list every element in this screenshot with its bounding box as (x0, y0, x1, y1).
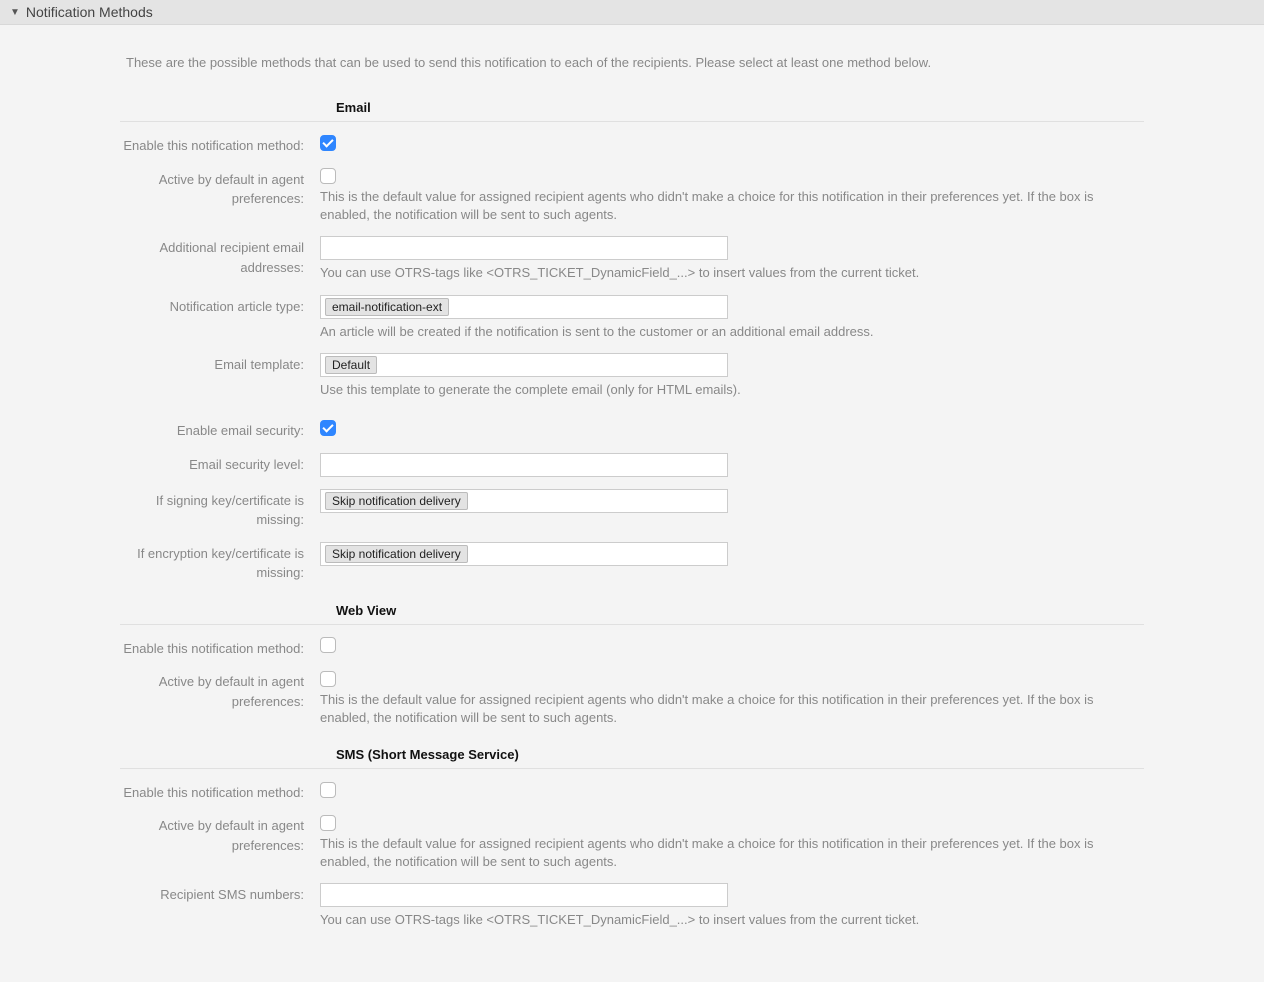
content-area: These are the possible methods that can … (0, 25, 1264, 982)
email-security-level-select[interactable] (320, 453, 728, 477)
sms-recipient-numbers-input[interactable] (320, 883, 728, 907)
email-article-type-help: An article will be created if the notifi… (320, 323, 1120, 341)
email-section-title: Email (336, 100, 1144, 115)
email-additional-recipients-label: Additional recipient email addresses: (120, 236, 320, 277)
email-article-type-select[interactable]: email-notification-ext (320, 295, 728, 319)
email-article-type-value: email-notification-ext (325, 298, 449, 316)
email-additional-recipients-input[interactable] (320, 236, 728, 260)
section-title: Notification Methods (26, 4, 153, 20)
webview-enable-label: Enable this notification method: (120, 637, 320, 659)
divider (120, 121, 1144, 122)
sms-enable-checkbox[interactable] (320, 782, 336, 798)
email-encryption-missing-value: Skip notification delivery (325, 545, 468, 563)
email-active-default-checkbox[interactable] (320, 168, 336, 184)
email-active-default-label: Active by default in agent preferences: (120, 168, 320, 209)
email-security-level-label: Email security level: (120, 453, 320, 475)
email-additional-recipients-help: You can use OTRS-tags like <OTRS_TICKET_… (320, 264, 1120, 282)
email-enable-label: Enable this notification method: (120, 134, 320, 156)
sms-recipient-numbers-help: You can use OTRS-tags like <OTRS_TICKET_… (320, 911, 1120, 929)
webview-active-default-help: This is the default value for assigned r… (320, 691, 1120, 727)
divider (120, 768, 1144, 769)
webview-enable-checkbox[interactable] (320, 637, 336, 653)
sms-active-default-label: Active by default in agent preferences: (120, 814, 320, 855)
email-security-enable-label: Enable email security: (120, 419, 320, 441)
email-encryption-missing-select[interactable]: Skip notification delivery (320, 542, 728, 566)
email-template-label: Email template: (120, 353, 320, 375)
webview-section-title: Web View (336, 603, 1144, 618)
email-template-help: Use this template to generate the comple… (320, 381, 1120, 399)
sms-active-default-checkbox[interactable] (320, 815, 336, 831)
sms-recipient-numbers-label: Recipient SMS numbers: (120, 883, 320, 905)
email-article-type-label: Notification article type: (120, 295, 320, 317)
email-template-value: Default (325, 356, 377, 374)
sms-section-title: SMS (Short Message Service) (336, 747, 1144, 762)
divider (120, 624, 1144, 625)
sms-enable-label: Enable this notification method: (120, 781, 320, 803)
email-enable-checkbox[interactable] (320, 135, 336, 151)
email-encryption-missing-label: If encryption key/certificate is missing… (120, 542, 320, 583)
email-active-default-help: This is the default value for assigned r… (320, 188, 1120, 224)
intro-text: These are the possible methods that can … (126, 55, 1144, 70)
email-signing-missing-value: Skip notification delivery (325, 492, 468, 510)
section-header-bar[interactable]: ▼ Notification Methods (0, 0, 1264, 25)
webview-active-default-checkbox[interactable] (320, 671, 336, 687)
email-signing-missing-select[interactable]: Skip notification delivery (320, 489, 728, 513)
email-security-enable-checkbox[interactable] (320, 420, 336, 436)
email-signing-missing-label: If signing key/certificate is missing: (120, 489, 320, 530)
collapse-icon: ▼ (10, 7, 20, 18)
sms-active-default-help: This is the default value for assigned r… (320, 835, 1120, 871)
webview-active-default-label: Active by default in agent preferences: (120, 670, 320, 711)
email-template-select[interactable]: Default (320, 353, 728, 377)
